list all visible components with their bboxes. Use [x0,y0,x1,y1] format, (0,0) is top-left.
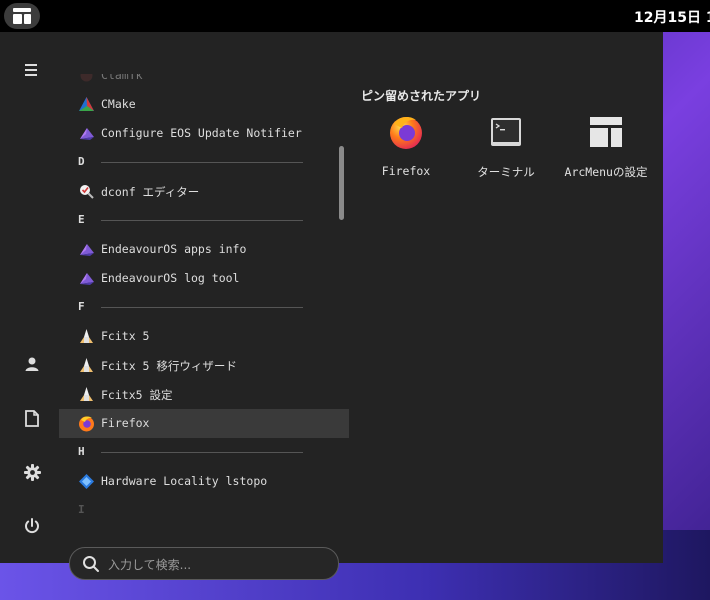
section-divider [101,162,303,163]
app-list-scrollbar[interactable] [339,146,344,220]
endeavouros-icon [78,241,95,258]
app-list-item[interactable]: CMake [59,90,349,119]
app-list-item[interactable]: EndeavourOS log tool [59,264,349,293]
section-letter: E [78,213,85,226]
section-header-f: F [59,293,349,322]
app-list-item-label: ClamTk [101,74,143,82]
clamtk-icon [78,74,95,84]
search-icon [83,556,99,572]
section-letter: D [78,155,85,168]
document-icon[interactable] [20,406,44,430]
app-list-item-label: Fcitx5 設定 [101,388,173,402]
top-bar: 12月15日 16 [0,0,710,32]
fcitx-icon [78,386,95,403]
activities-button[interactable] [4,3,40,29]
section-header-e: E [59,206,349,235]
fcitx-icon [78,357,95,374]
terminal-icon [491,118,521,146]
app-list-item-label: Hardware Locality lstopo [101,474,268,488]
section-divider [101,220,303,221]
app-list-item[interactable]: dconf エディター [59,177,349,206]
section-divider [101,307,303,308]
power-icon[interactable] [20,514,44,538]
dconf-icon [78,183,95,200]
app-list-item[interactable]: Fcitx5 設定 [59,380,349,409]
app-list-item-label: EndeavourOS apps info [101,242,247,256]
section-header-d: D [59,148,349,177]
section-letter: H [78,445,85,458]
menu-hamburger-icon[interactable] [20,58,44,82]
clock[interactable]: 12月15日 16 [634,7,710,27]
app-list-item-label: Fcitx 5 移行ウィザード [101,359,237,373]
app-list-item[interactable]: ClamTk [59,74,349,90]
endeavouros-icon [78,270,95,287]
section-divider [101,452,303,453]
section-header-h: H [59,438,349,467]
lstopo-icon [78,473,95,490]
app-list-item-label: EndeavourOS log tool [101,271,240,285]
app-list-item-label: Firefox [101,416,150,430]
user-icon[interactable] [20,352,44,376]
firefox-icon [390,116,422,149]
arcmenu-launcher-icon [13,8,31,24]
settings-gear-icon[interactable] [20,460,44,484]
app-list-item[interactable]: EndeavourOS apps info [59,235,349,264]
app-list-item-label: Fcitx 5 [101,329,150,343]
firefox-icon [78,415,95,432]
app-list-item-label: Configure EOS Update Notifier [101,126,302,140]
arc-menu: ClamTk CMake Configure EOS Update Notifier… [0,32,663,580]
fcitx-icon [78,328,95,345]
endeavouros-icon [78,125,95,142]
app-list-item-label: dconf エディター [101,185,200,199]
section-header-i: I [59,496,349,525]
search-placeholder: 入力して検索... [108,558,192,572]
app-list[interactable]: ClamTk CMake Configure EOS Update Notifier… [59,74,349,532]
app-list-item[interactable]: Hardware Locality lstopo [59,467,349,496]
arcmenu-settings-icon [590,117,622,147]
app-list-item[interactable]: Fcitx 5 移行ウィザード [59,351,349,380]
pinned-terminal[interactable]: ターミナル [456,112,556,182]
section-letter: I [78,503,85,516]
pinned-apps-title: ピン留めされたアプリ [361,89,482,103]
app-list-item[interactable]: Configure EOS Update Notifier [59,119,349,148]
app-list-item-label: CMake [101,97,136,111]
pinned-arcmenu-settings[interactable]: ArcMenuの設定 [556,112,656,182]
app-list-item[interactable]: Firefox [59,409,349,438]
search-field[interactable]: 入力して検索... [69,547,339,580]
cmake-icon [78,96,95,113]
section-letter: F [78,300,85,313]
pinned-firefox[interactable]: Firefox [356,112,456,182]
app-list-item[interactable]: Fcitx 5 [59,322,349,351]
